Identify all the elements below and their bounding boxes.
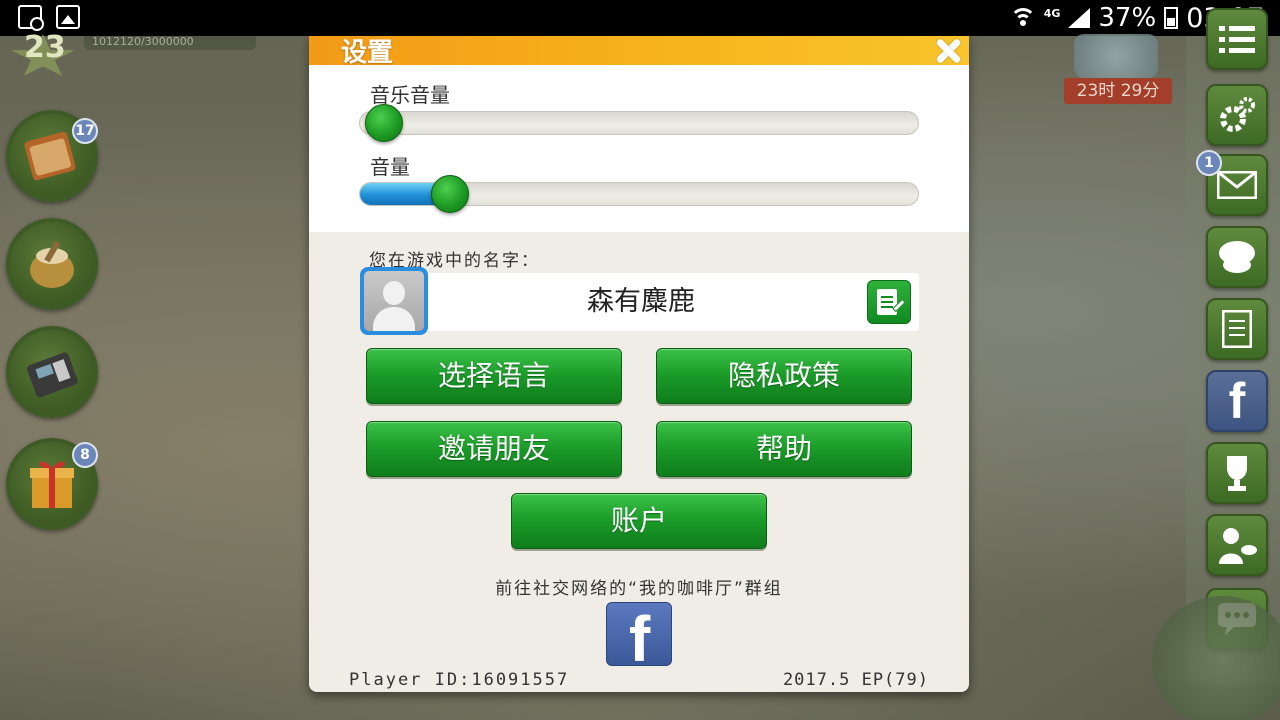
- facebook-icon: f: [1228, 373, 1246, 429]
- music-volume-knob[interactable]: [365, 104, 403, 142]
- flour-sack-icon: [30, 240, 74, 288]
- sound-volume-label: 音量: [370, 155, 410, 179]
- staff-button[interactable]: [1206, 514, 1268, 576]
- avatar[interactable]: [360, 267, 428, 335]
- achievements-button[interactable]: [1206, 442, 1268, 504]
- waiter-icon: [1219, 528, 1257, 564]
- game-version: 2017.5 EP(79): [782, 670, 929, 690]
- network-type: 4G: [1043, 6, 1061, 20]
- battery-percent: 37%: [1098, 3, 1157, 33]
- envelope-icon: [1217, 171, 1257, 199]
- shop-corner-button[interactable]: [1152, 596, 1280, 720]
- player-id: Player ID:16091557: [349, 670, 570, 690]
- player-name-row: 森有麋鹿: [360, 267, 919, 335]
- trophy-icon: [1227, 456, 1247, 491]
- gift-badge: 8: [72, 442, 98, 468]
- usage-clock-icon: [18, 5, 44, 31]
- wifi-icon: [1009, 8, 1036, 28]
- mail-badge: 1: [1196, 150, 1222, 176]
- phone-button[interactable]: [6, 326, 98, 418]
- invite-friends-button[interactable]: 邀请朋友: [366, 421, 622, 477]
- sound-volume-knob[interactable]: [431, 175, 470, 213]
- select-language-button[interactable]: 选择语言: [366, 348, 622, 404]
- signal-icon: [1068, 8, 1091, 28]
- orders-button[interactable]: [1206, 298, 1268, 360]
- book-badge: 17: [72, 118, 98, 144]
- event-prize-icon: [1074, 34, 1158, 78]
- settings-button[interactable]: [1206, 84, 1268, 146]
- default-user-icon: [364, 271, 424, 331]
- food-bowl-icon: [1219, 241, 1255, 273]
- audio-settings: 音乐音量 音量: [309, 65, 969, 232]
- player-name: 森有麋鹿: [587, 286, 695, 317]
- help-button[interactable]: 帮助: [656, 421, 912, 477]
- notepad-icon: [1222, 310, 1252, 348]
- event-timer-label: 23时 29分: [1064, 78, 1172, 104]
- facebook-side-button[interactable]: f: [1206, 370, 1268, 432]
- settings-dialog: 设置 音乐音量 音量 您在游戏中的名字： 森有麋鹿 选择语言 隐私政策 邀请朋友…: [309, 36, 969, 692]
- music-volume-slider[interactable]: [359, 104, 919, 142]
- menu-list-button[interactable]: [1206, 8, 1268, 70]
- recipes-button[interactable]: [1206, 226, 1268, 288]
- gear-icon: [1220, 97, 1255, 132]
- xp-bar: 1012120/3000000: [84, 36, 256, 50]
- social-group-text: 前往社交网络的“我的咖啡厅”群组: [495, 579, 783, 599]
- facebook-group-button[interactable]: f: [606, 602, 672, 666]
- sound-volume-slider[interactable]: [359, 175, 919, 213]
- ingredients-button[interactable]: [6, 218, 98, 310]
- facebook-icon: f: [629, 603, 651, 666]
- dialog-header: 设置: [309, 36, 969, 68]
- level-number: 23: [24, 30, 66, 65]
- gallery-icon: [56, 5, 80, 29]
- privacy-policy-button[interactable]: 隐私政策: [656, 348, 912, 404]
- battery-icon: [1164, 7, 1179, 29]
- account-button[interactable]: 账户: [511, 493, 767, 549]
- list-icon: [1219, 26, 1255, 53]
- gift-box-icon: [30, 461, 74, 508]
- status-bar: 4G 37% 03:07: [0, 0, 1280, 36]
- close-icon[interactable]: [931, 36, 965, 68]
- telephone-icon: [26, 352, 78, 398]
- event-timer[interactable]: 23时 29分: [1064, 34, 1172, 104]
- edit-name-button[interactable]: [867, 280, 911, 324]
